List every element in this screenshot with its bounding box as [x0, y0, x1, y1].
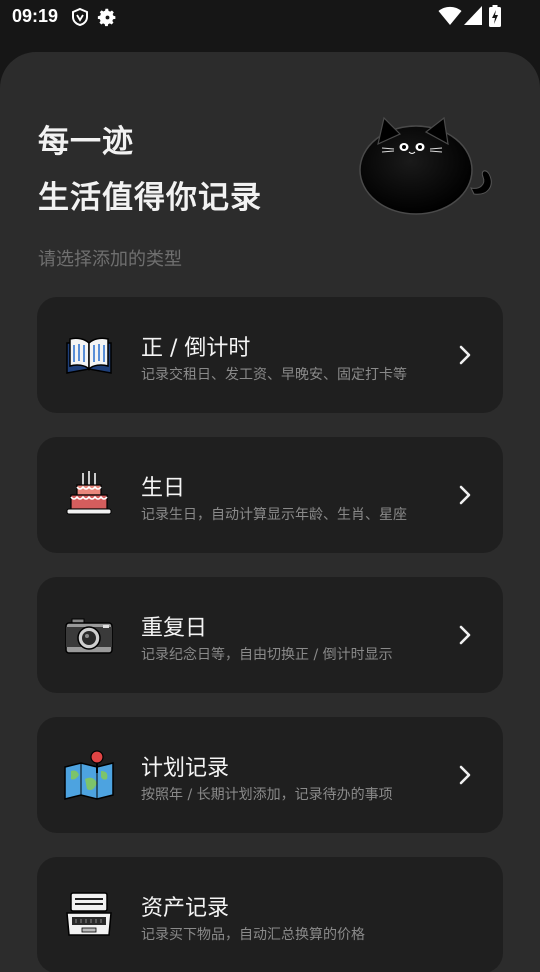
status-bar: 09:19 [0, 0, 540, 34]
chevron-right-icon [459, 765, 471, 785]
settings-gear-icon [97, 8, 116, 27]
chevron-right-icon [459, 345, 471, 365]
book-icon [66, 337, 112, 374]
card-title: 计划记录 [141, 756, 230, 781]
card-description: 按照年 / 长期计划添加，记录待办的事项 [141, 787, 393, 803]
map-pin-icon [64, 750, 114, 800]
card-title: 正 / 倒计时 [141, 336, 251, 361]
card-description: 记录买下物品，自动汇总换算的价格 [141, 927, 365, 943]
card-asset-record[interactable]: 资产记录 记录买下物品，自动汇总换算的价格 [37, 857, 503, 972]
card-description: 记录纪念日等，自由切换正 / 倒计时显示 [141, 647, 393, 663]
black-cat-mascot-icon [359, 116, 492, 215]
card-birthday[interactable]: 生日 记录生日，自动计算显示年龄、生肖、星座 [37, 437, 503, 553]
card-countdown[interactable]: 正 / 倒计时 记录交租日、发工资、早晚安、固定打卡等 [37, 297, 503, 413]
card-description: 记录生日，自动计算显示年龄、生肖、星座 [141, 507, 407, 523]
chevron-right-icon [459, 485, 471, 505]
wifi-icon [438, 6, 462, 25]
main-sheet: 每一迹 生活值得你记录 请选择添加的类型 正 / 倒计时 记录交租日、发工资、早… [0, 52, 540, 972]
laptop-icon [66, 892, 112, 936]
cellular-signal-icon [464, 6, 482, 25]
camera-icon [65, 618, 113, 654]
card-repeat-day[interactable]: 重复日 记录纪念日等，自由切换正 / 倒计时显示 [37, 577, 503, 693]
chevron-right-icon [459, 625, 471, 645]
card-title: 资产记录 [141, 896, 230, 921]
card-title: 生日 [141, 476, 186, 501]
app-title: 每一迹 [38, 124, 134, 160]
birthday-cake-icon [66, 471, 112, 515]
status-time: 09:19 [12, 6, 59, 26]
card-title: 重复日 [141, 616, 208, 641]
battery-charging-icon [489, 5, 501, 27]
type-selection-hint: 请选择添加的类型 [38, 249, 182, 270]
vpn-shield-icon [72, 7, 88, 27]
card-description: 记录交租日、发工资、早晚安、固定打卡等 [141, 367, 407, 383]
app-slogan: 生活值得你记录 [38, 180, 262, 216]
card-plan-record[interactable]: 计划记录 按照年 / 长期计划添加，记录待办的事项 [37, 717, 503, 833]
